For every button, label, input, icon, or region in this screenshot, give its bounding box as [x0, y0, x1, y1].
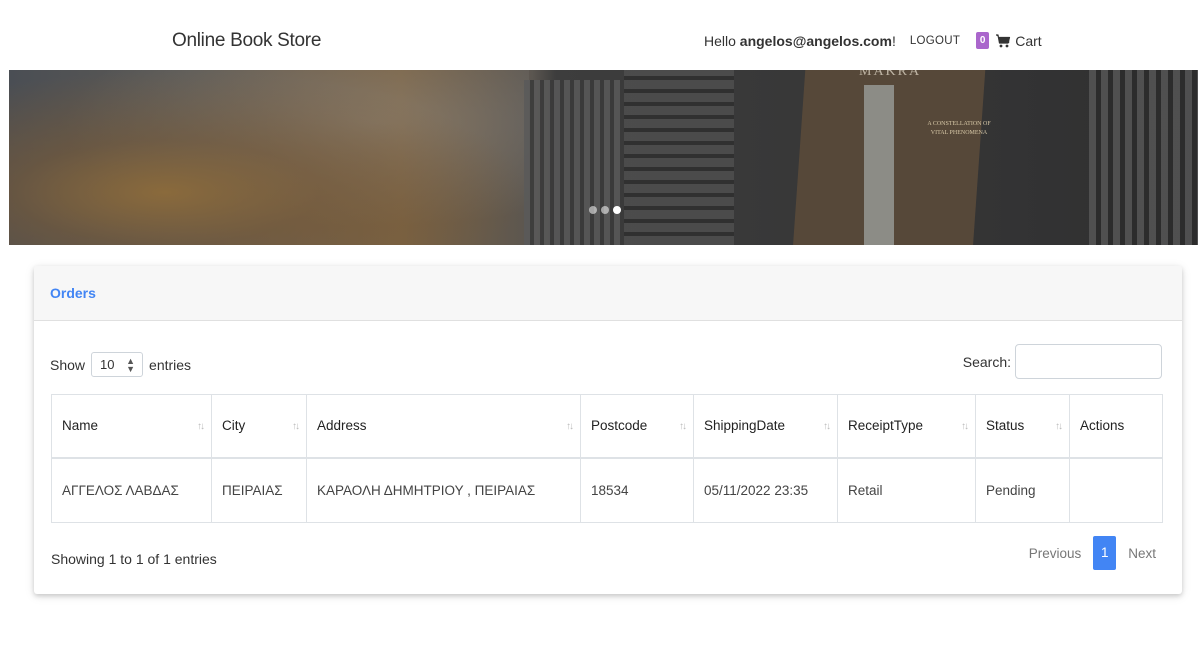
carousel-indicator[interactable]: [601, 206, 609, 214]
column-header-label: Address: [317, 418, 367, 434]
cell-status: Pending: [975, 457, 1070, 523]
column-header-city[interactable]: City ↑↓: [211, 394, 307, 459]
column-header-label: City: [222, 418, 246, 434]
carousel-indicators: [589, 206, 621, 214]
cell-city: ΠΕΙΡΑΙΑΣ: [211, 457, 307, 523]
column-header-label: ShippingDate: [704, 418, 786, 434]
greeting-suffix: !: [891, 32, 896, 49]
next-page-button[interactable]: Next: [1120, 546, 1164, 561]
navbar: Online Book Store Hello angelos@angelos.…: [0, 0, 1198, 70]
cell-shipping-date: 05/11/2022 23:35: [693, 457, 838, 523]
table-row: ΑΓΓΕΛΟΣ ΛΑΒΔΑΣ ΠΕΙΡΑΙΑΣ ΚΑΡΑΟΛΗ ΔΗΜΗΤΡΙΟ…: [51, 457, 1163, 523]
entries-label: entries: [149, 356, 192, 373]
sort-icon: ↑↓: [823, 421, 831, 432]
column-header-actions: Actions: [1069, 394, 1163, 459]
greeting: Hello angelos@angelos.com!: [704, 33, 896, 49]
hero-carousel: MAKRA A CONSTELLATION OF VITAL PHENOMENA: [9, 70, 1198, 245]
orders-title: Orders: [50, 285, 96, 301]
cell-postcode: 18534: [580, 457, 694, 523]
cell-name: ΑΓΓΕΛΟΣ ΛΑΒΔΑΣ: [51, 457, 212, 523]
card-header: Orders: [34, 266, 1182, 321]
user-email: angelos@angelos.com: [739, 32, 892, 49]
column-header-status[interactable]: Status ↑↓: [975, 394, 1070, 459]
column-header-label: Status: [986, 418, 1025, 434]
orders-card: Orders Show 10 ▲ ▼ entries Search: Name ↑↓…: [34, 266, 1182, 594]
banner-tower: [864, 85, 894, 245]
sort-icon: ↑↓: [292, 421, 300, 432]
column-header-label: Actions: [1080, 418, 1125, 434]
greeting-prefix: Hello: [704, 32, 740, 49]
cell-receipt-type: Retail: [837, 457, 976, 523]
search-control: Search:: [963, 344, 1162, 379]
table-info: Showing 1 to 1 of 1 entries: [51, 551, 217, 567]
column-header-postcode[interactable]: Postcode ↑↓: [580, 394, 694, 459]
column-header-label: Name: [62, 418, 99, 434]
column-header-shippingdate[interactable]: ShippingDate ↑↓: [693, 394, 838, 459]
banner-building: [624, 70, 734, 245]
search-label: Search:: [962, 353, 1011, 370]
banner-building: [524, 80, 624, 245]
column-header-label: ReceiptType: [848, 418, 924, 434]
show-label: Show: [50, 356, 86, 373]
banner-book-subtitle: A CONSTELLATION OF VITAL PHENOMENA: [927, 121, 991, 136]
carousel-indicator-active[interactable]: [613, 206, 621, 214]
sort-icon: ↑↓: [197, 421, 205, 432]
sort-icon: ↑↓: [679, 421, 687, 432]
page-1-button[interactable]: 1: [1093, 536, 1117, 570]
banner-building: [1089, 70, 1198, 245]
pagination: Previous 1 Next: [1021, 536, 1164, 570]
previous-page-button[interactable]: Previous: [1021, 546, 1090, 561]
cell-actions: [1069, 457, 1163, 523]
entries-select-value: 10: [100, 357, 115, 372]
table-header-row: Name ↑↓ City ↑↓ Address ↑↓ Postcode ↑↓ Shipp…: [51, 394, 1163, 459]
search-input[interactable]: [1015, 344, 1162, 379]
sort-icon: ↑↓: [566, 421, 574, 432]
sort-icon: ↑↓: [961, 421, 969, 432]
entries-select[interactable]: 10 ▲ ▼: [91, 352, 144, 377]
cell-address: ΚΑΡΑΟΛΗ ΔΗΜΗΤΡΙΟΥ , ΠΕΙΡΑΙΑΣ: [306, 457, 581, 523]
sort-icon: ↑↓: [1055, 421, 1063, 432]
column-header-receipttype[interactable]: ReceiptType ↑↓: [837, 394, 976, 459]
column-header-label: Postcode: [591, 418, 648, 434]
orders-table: Name ↑↓ City ↑↓ Address ↑↓ Postcode ↑↓ Shipp…: [51, 394, 1163, 523]
brand-link[interactable]: Online Book Store: [172, 30, 321, 52]
banner-book-title: MAKRA: [859, 70, 922, 79]
column-header-address[interactable]: Address ↑↓: [306, 394, 581, 459]
entries-length-control: Show 10 ▲ ▼ entries: [50, 352, 191, 377]
cart-count-badge: 0: [976, 32, 990, 49]
shopping-cart-icon[interactable]: [995, 33, 1011, 49]
cart-link[interactable]: Cart: [1015, 33, 1041, 49]
user-menu: Hello angelos@angelos.com! LOGOUT 0 Cart: [704, 32, 1042, 49]
column-header-name[interactable]: Name ↑↓: [51, 394, 212, 459]
logout-link[interactable]: LOGOUT: [910, 35, 960, 47]
banner-clouds: [9, 70, 529, 245]
carousel-indicator[interactable]: [589, 206, 597, 214]
select-arrows-icon: ▲ ▼: [126, 356, 136, 374]
